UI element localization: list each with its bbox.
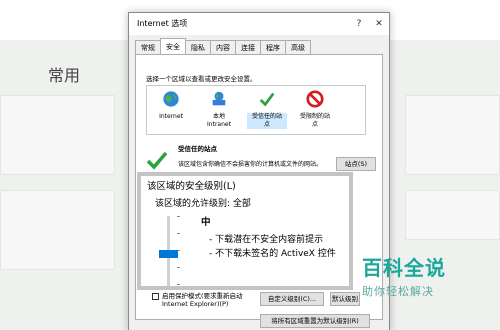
- zone-label: 受信任的站 点: [247, 113, 287, 129]
- background-tile[interactable]: [405, 190, 500, 240]
- globe-icon: [163, 91, 179, 107]
- slider-tick: [177, 284, 180, 285]
- zone-label: Internet: [159, 113, 183, 120]
- zone-internet[interactable]: Internet: [151, 90, 191, 121]
- slider-tick: [177, 233, 180, 234]
- protected-mode-option[interactable]: 启用保护模式(要求重新启动 Internet Explorer)(P): [152, 292, 243, 308]
- background-tile[interactable]: [0, 190, 115, 270]
- watermark-title: 百科全说: [362, 256, 446, 280]
- zone-title: 受信任的站点: [178, 145, 217, 153]
- restricted-icon: [306, 90, 324, 108]
- protected-mode-checkbox[interactable]: [152, 293, 159, 300]
- dialog-title: Internet 选项: [137, 19, 188, 28]
- check-icon: [259, 92, 275, 107]
- dialog-titlebar[interactable]: Internet 选项 ? ✕: [129, 13, 389, 35]
- security-level-desc-2: - 不下载未签名的 ActiveX 控件: [209, 249, 336, 259]
- intranet-icon: [212, 91, 226, 106]
- tab-strip: 常规 安全 隐私 内容 连接 程序 高级: [135, 38, 311, 54]
- security-level-desc-1: - 下载潜在不安全内容前提示: [209, 235, 324, 245]
- zone-hint: 选择一个区域以查看或更改安全设置。: [146, 75, 257, 83]
- slider-tick: [177, 267, 180, 268]
- default-level-button[interactable]: 默认级别(D): [330, 292, 360, 306]
- allowed-levels-text: 该区域的允许级别: 全部: [155, 199, 251, 209]
- security-level-name: 中: [201, 217, 211, 228]
- tab-content[interactable]: 内容: [210, 40, 236, 54]
- slider-tick: [177, 216, 180, 217]
- background-tile[interactable]: [0, 95, 115, 175]
- zone-list: Internet 本地 Intranet 受信任的站 点 受限制的站 点: [146, 85, 366, 135]
- background-heading: 常用: [48, 66, 81, 85]
- zone-description: 该区域包含你确信不会损害你的计算机或文件的网站。: [178, 161, 323, 168]
- security-level-title: 该区域的安全级别(L): [147, 181, 236, 192]
- security-level-zoom: 该区域的安全级别(L) 该区域的允许级别: 全部 中 - 下载潜在不安全内容前提…: [137, 172, 353, 290]
- tab-general[interactable]: 常规: [135, 40, 161, 54]
- zone-trusted-sites[interactable]: 受信任的站 点: [247, 90, 287, 129]
- close-button[interactable]: ✕: [371, 16, 387, 32]
- zone-label: 受限制的站 点: [299, 113, 330, 128]
- tab-connections[interactable]: 连接: [235, 40, 261, 54]
- trusted-check-icon: [146, 151, 168, 170]
- help-button[interactable]: ?: [351, 16, 367, 32]
- reset-all-zones-button[interactable]: 将所有区域重置为默认级别(R): [260, 314, 370, 328]
- tab-programs[interactable]: 程序: [260, 40, 286, 54]
- tab-security[interactable]: 安全: [160, 38, 186, 54]
- zone-label: 本地 Intranet: [207, 113, 231, 128]
- sites-button[interactable]: 站点(S): [336, 157, 376, 171]
- tab-privacy[interactable]: 隐私: [185, 40, 211, 54]
- zone-restricted-sites[interactable]: 受限制的站 点: [295, 90, 335, 129]
- zone-local-intranet[interactable]: 本地 Intranet: [199, 90, 239, 129]
- bottom-controls: 启用保护模式(要求重新启动 Internet Explorer)(P) 自定义级…: [136, 290, 370, 330]
- security-slider-thumb[interactable]: [159, 250, 178, 258]
- custom-level-button[interactable]: 自定义级别(C)...: [260, 292, 324, 306]
- watermark: 百科全说 助你轻松解决: [362, 252, 470, 299]
- tab-advanced[interactable]: 高级: [285, 40, 311, 54]
- watermark-subtitle: 助你轻松解决: [362, 285, 434, 298]
- protected-mode-label: 启用保护模式(要求重新启动 Internet Explorer)(P): [162, 292, 243, 308]
- background-tile[interactable]: [405, 95, 500, 175]
